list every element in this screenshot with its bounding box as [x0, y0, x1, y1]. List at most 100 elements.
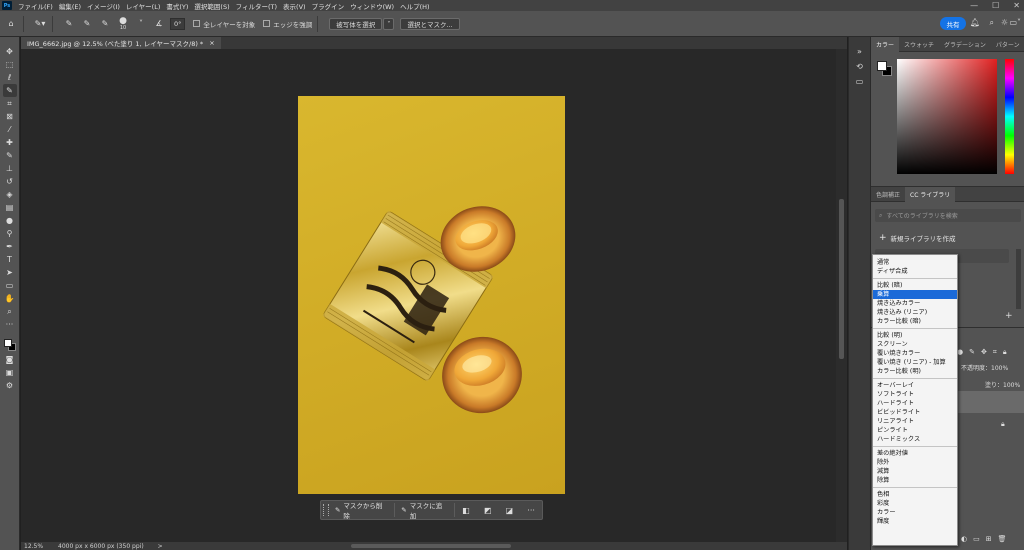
- status-arrow[interactable]: >: [158, 543, 163, 550]
- create-library-button[interactable]: + 新規ライブラリを作成: [879, 233, 956, 243]
- blend-mode-option[interactable]: 除外: [873, 458, 957, 467]
- blend-mode-option[interactable]: ピンライト: [873, 426, 957, 435]
- crop-tool-icon[interactable]: ⌗: [3, 97, 17, 110]
- eraser-tool-icon[interactable]: ◈: [3, 188, 17, 201]
- library-search-input[interactable]: ⌕ すべてのライブラリを検索: [875, 209, 1021, 222]
- blend-mode-option[interactable]: 焼き込み (リニア): [873, 308, 957, 317]
- dodge-tool-icon[interactable]: ⚲: [3, 227, 17, 240]
- blend-mode-option[interactable]: カラー比較 (暗): [873, 317, 957, 326]
- close-window-icon[interactable]: ✕: [1013, 1, 1020, 10]
- trash-icon[interactable]: 🗑︎: [998, 535, 1007, 543]
- blend-mode-option[interactable]: 色相: [873, 490, 957, 499]
- menu-item[interactable]: イメージ(I): [84, 1, 123, 11]
- canvas-horizontal-scrollbar[interactable]: [351, 544, 511, 548]
- menu-item[interactable]: プラグイン: [309, 1, 348, 11]
- select-subject-dropdown[interactable]: ˅: [383, 17, 395, 30]
- mask-invert-icon[interactable]: ◧: [455, 503, 477, 517]
- brush-tool-icon[interactable]: ✎: [3, 149, 17, 162]
- frame-tool-icon[interactable]: ⊠: [3, 110, 17, 123]
- blend-mode-option[interactable]: カラー: [873, 508, 957, 517]
- chevron-down-icon[interactable]: ˅: [134, 16, 148, 32]
- blend-mode-option[interactable]: 焼き込みカラー: [873, 299, 957, 308]
- subtract-from-mask-button[interactable]: ✎ マスクから削除: [329, 502, 396, 520]
- color-picker-field[interactable]: [897, 59, 997, 174]
- hand-tool-icon[interactable]: ✋: [3, 292, 17, 305]
- path-selection-tool-icon[interactable]: ➤: [3, 266, 17, 279]
- blend-mode-option[interactable]: 彩度: [873, 499, 957, 508]
- select-subject-button[interactable]: 被写体を選択: [329, 17, 383, 30]
- new-selection-icon[interactable]: ✎: [62, 16, 76, 32]
- select-and-mask-button[interactable]: 選択とマスク...: [400, 17, 460, 30]
- library-scrollbar[interactable]: [1016, 249, 1021, 309]
- panel-collapse-icon[interactable]: »: [857, 47, 862, 56]
- add-selection-icon[interactable]: ✎: [80, 16, 94, 32]
- history-brush-tool-icon[interactable]: ↺: [3, 175, 17, 188]
- hue-slider[interactable]: [1005, 59, 1014, 174]
- lock-paint-icon[interactable]: ✎: [969, 348, 975, 357]
- comments-panel-icon[interactable]: ▭: [856, 77, 864, 86]
- quick-mask-icon[interactable]: ◙: [3, 353, 17, 366]
- rectangle-tool-icon[interactable]: ▭: [3, 279, 17, 292]
- document-info[interactable]: 4000 px x 6000 px (350 ppi): [58, 543, 144, 550]
- clone-stamp-tool-icon[interactable]: ⊥: [3, 162, 17, 175]
- panel-tab[interactable]: カラー: [871, 36, 900, 52]
- home-icon[interactable]: ⌂: [4, 16, 18, 32]
- foreground-color-swatch[interactable]: [3, 339, 12, 347]
- mask-feather-icon[interactable]: ◩: [477, 503, 499, 517]
- gradient-tool-icon[interactable]: ▤: [3, 201, 17, 214]
- menu-item[interactable]: レイヤー(L): [123, 1, 164, 11]
- color-panel-swatches[interactable]: [877, 61, 893, 77]
- blend-mode-option[interactable]: ディザ合成: [873, 267, 957, 276]
- blend-mode-dropdown[interactable]: 通常 ディザ合成 比較 (暗) 乗算 焼き込みカラー 焼き込み (リニア) カラー比較 (暗…: [872, 254, 958, 546]
- blend-mode-option[interactable]: 輝度: [873, 517, 957, 526]
- blend-mode-option[interactable]: 減算: [873, 467, 957, 476]
- blend-mode-option[interactable]: スクリーン: [873, 340, 957, 349]
- move-tool-icon[interactable]: ✥: [3, 45, 17, 58]
- type-tool-icon[interactable]: T: [3, 253, 17, 266]
- blend-mode-option[interactable]: ハードライト: [873, 399, 957, 408]
- panel-tab[interactable]: パターン: [991, 37, 1024, 52]
- fill-field[interactable]: 塗り：100%: [985, 380, 1020, 389]
- workspace-icon[interactable]: ▭˅: [1009, 18, 1021, 27]
- lasso-tool-icon[interactable]: ℓ: [3, 71, 17, 84]
- minimize-icon[interactable]: —: [970, 1, 978, 10]
- brush-size-picker[interactable]: ● 10: [116, 16, 130, 32]
- angle-input[interactable]: 0°: [170, 17, 186, 30]
- foreground-background-colors[interactable]: [2, 335, 18, 353]
- screen-mode-icon[interactable]: ▣: [3, 366, 17, 379]
- pen-tool-icon[interactable]: ✒: [3, 240, 17, 253]
- eyedropper-tool-icon[interactable]: ⁄: [3, 123, 17, 136]
- selected-layer-row[interactable]: [957, 391, 1024, 413]
- gear-icon[interactable]: ⚙: [3, 379, 17, 392]
- foreground-color-chip[interactable]: [877, 61, 887, 71]
- canvas-area[interactable]: ✎ マスクから削除 ✎ マスクに追加 ◧ ◩ ◪ ···: [21, 49, 847, 542]
- bell-icon[interactable]: 🔔︎: [970, 18, 980, 27]
- panel-tab[interactable]: スウォッチ: [899, 37, 939, 52]
- document-tab[interactable]: IMG_6662.jpg @ 12.5% (べた塗り 1, レイヤーマスク/8)…: [21, 37, 221, 49]
- blend-mode-option[interactable]: オーバーレイ: [873, 381, 957, 390]
- tool-preset-icon[interactable]: ✎▾: [33, 16, 47, 32]
- share-button[interactable]: 共有: [940, 17, 966, 30]
- blend-mode-option[interactable]: 比較 (暗): [873, 281, 957, 290]
- blend-mode-option[interactable]: 覆い焼き (リニア) - 加算: [873, 358, 957, 367]
- group-folder-icon[interactable]: ▭: [973, 535, 980, 543]
- sample-all-layers-checkbox[interactable]: 全レイヤーを対象: [193, 19, 255, 29]
- blend-mode-option[interactable]: ビビッドライト: [873, 408, 957, 417]
- blend-mode-option[interactable]: 乗算: [873, 290, 957, 299]
- menu-item[interactable]: フィルター(T): [233, 1, 280, 11]
- canvas-vertical-scrollbar[interactable]: [836, 49, 847, 542]
- blend-mode-option[interactable]: ハードミックス: [873, 435, 957, 444]
- document-canvas[interactable]: [298, 96, 565, 494]
- lock-artboard-icon[interactable]: ⌗: [993, 348, 997, 357]
- blend-mode-option[interactable]: ソフトライト: [873, 390, 957, 399]
- maximize-icon[interactable]: ☐: [992, 1, 999, 10]
- healing-brush-tool-icon[interactable]: ✚: [3, 136, 17, 149]
- new-layer-icon[interactable]: ⊞: [986, 535, 992, 543]
- blend-mode-option[interactable]: 差の絶対値: [873, 449, 957, 458]
- zoom-tool-icon[interactable]: ⌕: [3, 305, 17, 318]
- blend-mode-option[interactable]: カラー比較 (明): [873, 367, 957, 376]
- lightbulb-icon[interactable]: ☼: [1001, 18, 1008, 27]
- menu-item[interactable]: 書式(Y): [163, 1, 191, 11]
- add-asset-button[interactable]: +: [1005, 311, 1013, 321]
- adjustment-layer-icon[interactable]: ◐: [961, 535, 967, 543]
